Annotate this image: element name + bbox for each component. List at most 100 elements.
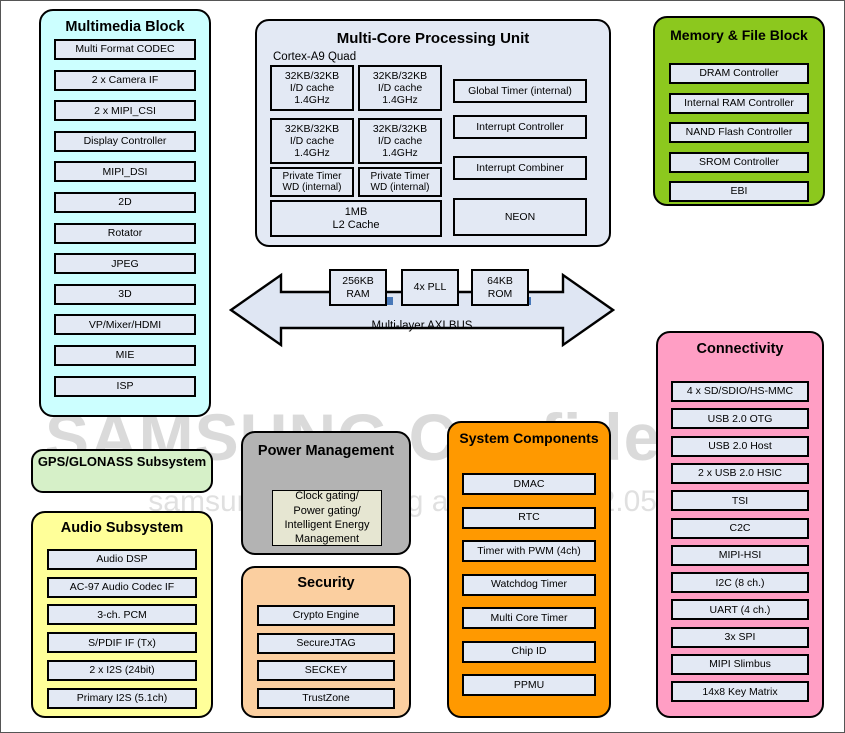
security-item-securejtag[interactable]: SecureJTAG [257, 632, 395, 654]
multimedia-item-rotator[interactable]: Rotator [54, 222, 196, 244]
power-feature-line-3: Intelligent Energy [284, 519, 370, 531]
mcpu-private-timer-1[interactable]: Private Timer WD (internal) [270, 167, 354, 197]
block-security-title: Security [297, 575, 355, 591]
block-connectivity-title: Connectivity [696, 341, 784, 357]
axi-attachment-ram[interactable]: 256KB RAM [329, 269, 387, 306]
axi-attachment-ram-line2: RAM [346, 287, 370, 300]
power-feature-line-4: Management [294, 533, 360, 546]
power-feature-line-2: Power gating/ [293, 504, 361, 517]
system-item-chip-id[interactable]: Chip ID [462, 640, 596, 663]
block-gps-glonass: GPS/GLONASS Subsystem [31, 449, 213, 493]
multimedia-item-display-controller[interactable]: Display Controller [54, 130, 196, 152]
pmu-title-line1: Power [257, 443, 302, 459]
multimedia-item-2-x-mipi-csi[interactable]: 2 x MIPI_CSI [54, 100, 196, 122]
mcpu-core-2[interactable]: 32KB/32KB I/D cache 1.4GHz [358, 65, 442, 111]
mcpu-interrupt-controller[interactable]: Interrupt Controller [453, 115, 587, 139]
memory-item-nand-flash-controller[interactable]: NAND Flash Controller [669, 122, 809, 143]
connectivity-item-3x-spi[interactable]: 3x SPI [671, 626, 809, 648]
multimedia-item-vp-mixer-hdmi[interactable]: VP/Mixer/HDMI [54, 314, 196, 336]
axi-attachment-rom[interactable]: 64KB ROM [471, 269, 529, 306]
connectivity-item-usb-2-0-otg[interactable]: USB 2.0 OTG [671, 408, 809, 430]
connectivity-item-c2c[interactable]: C2C [671, 517, 809, 539]
pmu-title-line2: Management [305, 443, 395, 459]
system-item-rtc[interactable]: RTC [462, 506, 596, 529]
multimedia-item-isp[interactable]: ISP [54, 375, 196, 397]
mcpu-core-4-line3: 1.4GHz [382, 147, 418, 160]
connectivity-item-usb-2-0-host[interactable]: USB 2.0 Host [671, 435, 809, 457]
mcpu-private-timer-2-line1: Private Timer [370, 170, 430, 182]
memory-item-ebi[interactable]: EBI [669, 181, 809, 202]
block-power-management-title: Power Management [243, 443, 409, 459]
block-mcpu-title: Multi-Core Processing Unit [336, 30, 530, 47]
multimedia-item-3d[interactable]: 3D [54, 283, 196, 305]
system-item-multi-core-timer[interactable]: Multi Core Timer [462, 607, 596, 629]
connectivity-item-mipi-slimbus[interactable]: MIPI Slimbus [671, 654, 809, 675]
mcpu-core-1[interactable]: 32KB/32KB I/D cache 1.4GHz [270, 65, 354, 111]
multimedia-item-jpeg[interactable]: JPEG [54, 253, 196, 275]
mcpu-core-3[interactable]: 32KB/32KB I/D cache 1.4GHz [270, 118, 354, 164]
audio-item-s-pdif-if-tx[interactable]: S/PDIF IF (Tx) [47, 632, 197, 654]
audio-item-ac-97-audio-codec-if[interactable]: AC-97 Audio Codec IF [47, 576, 197, 598]
axi-attachment-ram-line1: 256KB [342, 275, 374, 288]
mcpu-core-4-line2: I/D cache [377, 134, 423, 147]
gps-title-line2: Subsystem [136, 454, 207, 469]
mcpu-core-3-line2: I/D cache [289, 134, 335, 147]
connectivity-item-2-x-usb-2-0-hsic[interactable]: 2 x USB 2.0 HSIC [671, 462, 809, 484]
mcpu-l2-cache-line2: L2 Cache [332, 218, 380, 231]
mcpu-interrupt-combiner[interactable]: Interrupt Combiner [453, 156, 587, 180]
system-item-watchdog-timer[interactable]: Watchdog Timer [462, 573, 596, 596]
mcpu-core-4[interactable]: 32KB/32KB I/D cache 1.4GHz [358, 118, 442, 164]
multimedia-item-multi-format-codec[interactable]: Multi Format CODEC [54, 39, 196, 60]
block-gps-glonass-title: GPS/GLONASS Subsystem [33, 454, 211, 470]
mcpu-global-timer-internal[interactable]: Global Timer (internal) [453, 79, 587, 103]
connectivity-item-14x8-key-matrix[interactable]: 14x8 Key Matrix [671, 681, 809, 703]
mcpu-core-2-line1: 32KB/32KB [372, 69, 428, 82]
memory-item-srom-controller[interactable]: SROM Controller [669, 151, 809, 173]
memory-item-internal-ram-controller[interactable]: Internal RAM Controller [669, 92, 809, 114]
axi-attachment-4x-pll-line1: 4x PLL [413, 281, 447, 294]
security-item-seckey[interactable]: SECKEY [257, 660, 395, 681]
audio-item-primary-i2s-5-1ch[interactable]: Primary I2S (5.1ch) [47, 687, 197, 709]
power-feature-line-1: Clock gating/ [295, 490, 359, 503]
system-item-dmac[interactable]: DMAC [462, 473, 596, 495]
audio-item-2-x-i2s-24bit[interactable]: 2 x I2S (24bit) [47, 659, 197, 681]
connectivity-item-mipi-hsi[interactable]: MIPI-HSI [671, 544, 809, 566]
mcpu-core-2-line3: 1.4GHz [382, 94, 418, 107]
memory-item-dram-controller[interactable]: DRAM Controller [669, 63, 809, 84]
mcpu-core-2-line2: I/D cache [377, 81, 423, 94]
axi-attachment-rom-line1: 64KB [487, 275, 513, 288]
system-item-timer-with-pwm-4ch[interactable]: Timer with PWM (4ch) [462, 540, 596, 562]
axi-attachment-4x-pll[interactable]: 4x PLL [401, 269, 459, 306]
connectivity-item-tsi[interactable]: TSI [671, 490, 809, 512]
block-multimedia-title: Multimedia Block [65, 19, 185, 35]
block-memory-title: Memory & File Block [670, 27, 808, 43]
mcpu-core-1-line1: 32KB/32KB [284, 69, 340, 82]
audio-item-3-ch-pcm[interactable]: 3-ch. PCM [47, 604, 197, 626]
multimedia-item-mie[interactable]: MIE [54, 345, 196, 366]
connectivity-item-4-x-sd-sdio-hs-mmc[interactable]: 4 x SD/SDIO/HS-MMC [671, 381, 809, 402]
block-system-components-title: System Components [459, 430, 599, 446]
mcpu-core-3-line3: 1.4GHz [294, 147, 330, 160]
block-diagram-canvas: Multimedia Block Multi Format CODEC 2 x C… [0, 0, 845, 733]
gps-title-line1: GPS/GLONASS [37, 454, 134, 469]
mcpu-l2-cache[interactable]: 1MB L2 Cache [270, 200, 442, 237]
mcpu-private-timer-1-line1: Private Timer [282, 170, 342, 182]
mcpu-neon[interactable]: NEON [453, 198, 587, 236]
audio-item-audio-dsp[interactable]: Audio DSP [47, 549, 197, 570]
security-item-trustzone[interactable]: TrustZone [257, 687, 395, 709]
mcpu-private-timer-2[interactable]: Private Timer WD (internal) [358, 167, 442, 197]
multimedia-item-2-x-camera-if[interactable]: 2 x Camera IF [54, 69, 196, 91]
mcpu-private-timer-2-line2: WD (internal) [370, 182, 430, 193]
multimedia-item-2d[interactable]: 2D [54, 192, 196, 213]
mcpu-l2-cache-line1: 1MB [344, 205, 368, 218]
mcpu-core-1-line3: 1.4GHz [294, 94, 330, 107]
security-item-crypto-engine[interactable]: Crypto Engine [257, 605, 395, 626]
mcpu-core-4-line1: 32KB/32KB [372, 122, 428, 135]
connectivity-item-i2c-8-ch[interactable]: I2C (8 ch.) [671, 572, 809, 594]
multimedia-item-mipi-dsi[interactable]: MIPI_DSI [54, 161, 196, 183]
mcpu-core-1-line2: I/D cache [289, 81, 335, 94]
system-item-ppmu[interactable]: PPMU [462, 674, 596, 696]
connectivity-item-uart-4-ch[interactable]: UART (4 ch.) [671, 599, 809, 621]
power-management-features: Clock gating/Power gating/Intelligent En… [272, 490, 382, 546]
mcpu-private-timer-1-line2: WD (internal) [282, 182, 342, 193]
